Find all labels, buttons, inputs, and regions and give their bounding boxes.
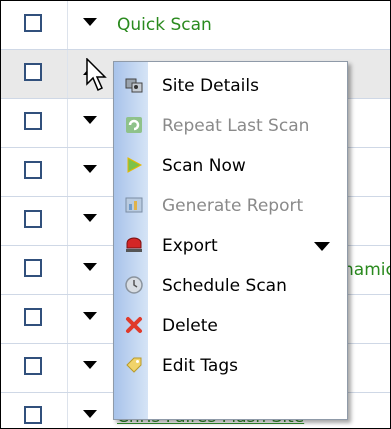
column-divider [67,197,68,245]
column-divider [67,393,68,428]
delete-icon [124,315,144,335]
column-divider [67,344,68,392]
menu-item-label: Export [162,236,218,256]
site-name[interactable]: Quick Scan [117,15,212,35]
row-menu-arrow-icon[interactable] [83,410,97,418]
row-menu-arrow-icon[interactable] [83,18,97,26]
row-menu-arrow-icon[interactable] [83,361,97,369]
tags-icon [124,355,144,375]
menu-item-delete[interactable]: Delete [114,306,347,345]
play-icon [124,155,144,175]
site-list-panel: Quick Scan namic Site Details Repeat Las… [0,0,391,429]
column-divider [67,1,68,49]
row-checkbox[interactable] [24,210,42,228]
mouse-cursor-icon [86,58,107,92]
column-divider [67,50,68,98]
row-checkbox[interactable] [24,161,42,179]
menu-item-label: Schedule Scan [162,276,287,296]
menu-item-edit-tags[interactable]: Edit Tags [114,346,347,385]
menu-item-label: Edit Tags [162,356,238,376]
menu-item-site-details[interactable]: Site Details [114,66,347,105]
submenu-arrow-icon [314,242,330,251]
clock-icon [124,275,144,295]
export-icon [124,235,144,255]
site-details-icon [124,75,144,95]
repeat-icon [124,115,144,135]
menu-item-label: Delete [162,316,218,336]
menu-item-label: Site Details [162,76,259,96]
table-row[interactable]: Quick Scan [1,1,390,50]
row-checkbox[interactable] [24,112,42,130]
row-checkbox[interactable] [24,63,42,81]
row-menu-arrow-icon[interactable] [83,116,97,124]
report-icon [124,195,144,215]
row-menu-arrow-icon[interactable] [83,263,97,271]
row-checkbox[interactable] [24,14,42,32]
menu-item-schedule-scan[interactable]: Schedule Scan [114,266,347,305]
column-divider [67,246,68,294]
menu-item-export[interactable]: Export [114,226,347,265]
row-menu-arrow-icon[interactable] [83,165,97,173]
menu-item-label: Repeat Last Scan [162,116,310,136]
menu-item-scan-now[interactable]: Scan Now [114,146,347,185]
row-menu-arrow-icon[interactable] [83,214,97,222]
menu-item-generate-report[interactable]: Generate Report [114,186,347,225]
menu-item-repeat-last-scan[interactable]: Repeat Last Scan [114,106,347,145]
menu-item-label: Scan Now [162,156,246,176]
row-menu-arrow-icon[interactable] [83,312,97,320]
menu-item-label: Generate Report [162,196,304,216]
site-name[interactable]: namic [343,260,390,280]
row-checkbox[interactable] [24,259,42,277]
column-divider [67,295,68,343]
row-checkbox[interactable] [24,406,42,424]
row-checkbox[interactable] [24,308,42,326]
column-divider [67,148,68,196]
site-context-menu: Site Details Repeat Last Scan Scan Now G… [113,61,348,420]
column-divider [67,99,68,147]
row-checkbox[interactable] [24,357,42,375]
